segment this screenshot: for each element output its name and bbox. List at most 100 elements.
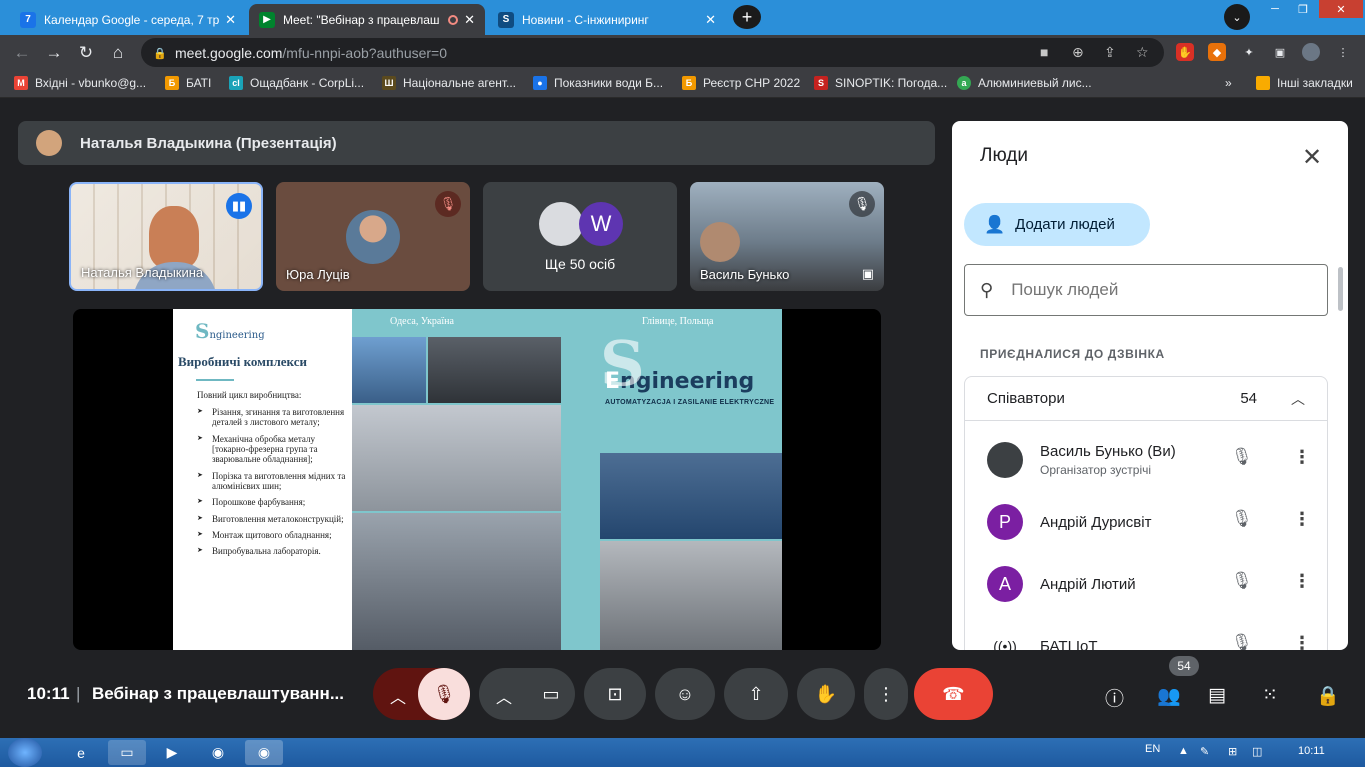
search-input[interactable] — [1011, 280, 1302, 300]
home-icon[interactable]: ⌂ — [106, 41, 130, 65]
start-button[interactable] — [8, 738, 42, 767]
search-people-field[interactable]: ⚲ — [964, 264, 1328, 316]
close-window-button[interactable]: ✕ — [1319, 0, 1363, 18]
captions-icon: ⊡ — [607, 683, 623, 704]
tab-calendar[interactable]: 7 Календар Google - середа, 7 тра ✕ — [10, 4, 246, 35]
minimize-button[interactable]: ─ — [1261, 0, 1289, 18]
zoom-icon[interactable]: ⊕ — [1072, 44, 1084, 61]
mic-off-icon[interactable]: 🎙 — [1231, 633, 1253, 650]
camera-toggle-button[interactable]: ▭ — [527, 668, 575, 720]
more-options-icon[interactable]: ⋮ — [1293, 509, 1311, 530]
participant-row[interactable]: Василь Бунько (Ви) Організатор зустрічі … — [965, 429, 1327, 491]
bookmarks-overflow-icon[interactable]: » — [1225, 76, 1232, 90]
browser-toolbar: ← → ↻ ⌂ 🔒 meet.google.com/mfu-nnpi-aob?a… — [0, 35, 1365, 70]
chevron-up-icon[interactable]: ︿ — [1291, 389, 1305, 409]
tab-search-button[interactable]: ⌄ — [1224, 4, 1250, 30]
mic-toggle-button[interactable]: 🎙 — [418, 668, 470, 720]
end-call-icon: ☎ — [942, 683, 965, 704]
people-icon[interactable]: 👥 — [1157, 684, 1181, 708]
bookmark-gmail[interactable]: M Вхідні - vbunko@g... — [14, 76, 146, 90]
more-participants-tile[interactable]: W Ще 50 осіб — [483, 182, 677, 291]
close-tab-icon[interactable]: ✕ — [705, 12, 716, 28]
camera-options-chevron-icon[interactable]: ︿ — [496, 684, 512, 708]
language-indicator[interactable]: EN — [1145, 743, 1160, 755]
close-icon[interactable]: ✕ — [1302, 143, 1322, 172]
volume-icon[interactable]: ◫ — [1252, 745, 1262, 758]
internet-explorer-icon[interactable]: e — [62, 740, 100, 765]
participant-count-badge: 54 — [1169, 656, 1199, 676]
participant-avatar: A — [987, 566, 1023, 602]
participant-tile[interactable]: 🎙 Василь Бунько ▣ — [690, 182, 884, 291]
leave-call-button[interactable]: ☎ — [914, 668, 993, 720]
more-options-icon[interactable]: ⋮ — [1293, 633, 1311, 650]
network-icon[interactable]: ⊞ — [1228, 745, 1237, 758]
share-icon[interactable]: ⇪ — [1104, 44, 1116, 61]
emoji-button[interactable]: ☺ — [655, 668, 715, 720]
new-tab-button[interactable]: + — [733, 5, 761, 29]
participant-tile[interactable]: ▮▮ Наталья Владыкина — [69, 182, 263, 291]
more-participants-label: Ще 50 осіб — [544, 256, 616, 272]
slide-list-item: Порошкове фарбування; — [197, 497, 352, 507]
menu-kebab-icon[interactable]: ⋮ — [1334, 43, 1352, 61]
chrome-icon[interactable]: ◉ — [199, 740, 237, 765]
tray-expand-icon[interactable]: ▲ — [1178, 745, 1189, 757]
bookmark-registry[interactable]: Б Реєстр СНР 2022 — [682, 76, 800, 90]
reload-icon[interactable]: ↻ — [74, 41, 98, 65]
host-controls-icon[interactable]: 🔒 — [1316, 684, 1340, 708]
scrollbar[interactable] — [1338, 267, 1343, 311]
group-header[interactable]: Співавтори 54 ︿ — [965, 377, 1327, 421]
profile-avatar[interactable] — [1302, 43, 1320, 61]
fire-extension-icon[interactable]: ◆ — [1208, 43, 1226, 61]
bookmark-oschadbank[interactable]: cl Ощадбанк - CorpLi... — [229, 76, 364, 90]
more-options-icon[interactable]: ⋮ — [1293, 447, 1311, 468]
pip-icon[interactable]: ▣ — [862, 266, 874, 282]
add-people-button[interactable]: 👤 Додати людей — [964, 203, 1150, 246]
activities-icon[interactable]: ⁙ — [1262, 684, 1278, 707]
pen-icon[interactable]: ✎ — [1200, 745, 1209, 758]
tab-news[interactable]: S Новини - С-інжиниринг ✕ — [488, 4, 726, 35]
side-panel-icon[interactable]: ▣ — [1271, 43, 1289, 61]
bookmark-bati[interactable]: Б БАТІ — [165, 76, 211, 90]
slide-divider — [196, 379, 234, 381]
participant-row[interactable]: ((•)) БАТІ IoT 🎙 ⋮ — [965, 615, 1327, 650]
mic-options-chevron-icon[interactable]: ︿ — [390, 684, 406, 708]
other-bookmarks[interactable]: Інші закладки — [1256, 76, 1353, 90]
mic-off-icon[interactable]: 🎙 — [1231, 447, 1253, 467]
more-options-button[interactable]: ⋮ — [864, 668, 908, 720]
info-icon[interactable]: ⓘ — [1105, 684, 1124, 711]
participant-avatar — [987, 442, 1023, 478]
bookmark-aluminium[interactable]: a Алюминиевый лис... — [957, 76, 1092, 90]
file-explorer-icon[interactable]: ▭ — [108, 740, 146, 765]
adblock-extension-icon[interactable]: ✋ — [1176, 43, 1194, 61]
raise-hand-button[interactable]: ✋ — [797, 668, 855, 720]
media-player-icon[interactable]: ▶ — [153, 740, 191, 765]
chat-icon[interactable]: ▤ — [1208, 684, 1226, 707]
bookmark-national-agency[interactable]: Ш Національне агент... — [382, 76, 516, 90]
bookmark-star-icon[interactable]: ☆ — [1136, 44, 1149, 61]
chrome-active-icon[interactable]: ◉ — [245, 740, 283, 765]
participant-row[interactable]: P Андрій Дурисвіт 🎙 ⋮ — [965, 491, 1327, 553]
captions-button[interactable]: ⊡ — [584, 668, 646, 720]
meet-icon: ▶ — [259, 11, 275, 28]
camera-icon[interactable]: ■ — [1040, 44, 1048, 60]
mic-off-icon[interactable]: 🎙 — [1231, 509, 1253, 529]
extensions-puzzle-icon[interactable]: ✦ — [1240, 43, 1258, 61]
more-vert-icon: ⋮ — [877, 683, 895, 704]
restore-button[interactable]: ❐ — [1289, 0, 1317, 18]
bookmark-sinoptik[interactable]: S SINOPTIK: Погода... — [814, 76, 947, 90]
more-options-icon[interactable]: ⋮ — [1293, 571, 1311, 592]
tab-meet[interactable]: ▶ Meet: "Вебінар з працевлаш ✕ — [249, 4, 485, 35]
participant-tile[interactable]: 🎙 Юра Луців — [276, 182, 470, 291]
present-button[interactable]: ⇧ — [724, 668, 788, 720]
participant-row[interactable]: A Андрій Лютий 🎙 ⋮ — [965, 553, 1327, 615]
mic-off-icon[interactable]: 🎙 — [1231, 571, 1253, 591]
taskbar-clock[interactable]: 10:11 — [1298, 745, 1325, 757]
participant-avatar — [346, 210, 400, 264]
forward-icon[interactable]: → — [42, 41, 66, 65]
back-icon[interactable]: ← — [10, 41, 34, 65]
close-tab-icon[interactable]: ✕ — [225, 12, 236, 28]
address-bar[interactable]: 🔒 meet.google.com/mfu-nnpi-aob?authuser=… — [141, 38, 1164, 67]
close-tab-icon[interactable]: ✕ — [464, 12, 475, 28]
slide-list-item: Механічна обробка металу [токарно-фрезер… — [197, 434, 352, 465]
bookmark-water[interactable]: ● Показники води Б... — [533, 76, 663, 90]
